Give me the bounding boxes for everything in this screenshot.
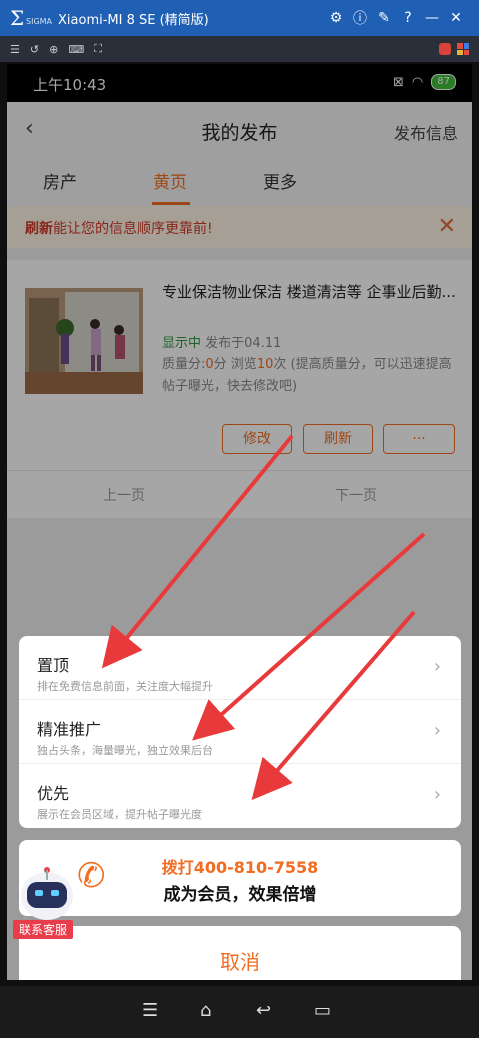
promotion-sheet: 置顶 排在免费信息前面，关注度大幅提升 › 精准推广 独占头条，海量曝光，独立效… <box>19 636 461 828</box>
chevron-right-icon: › <box>433 784 441 805</box>
settings-icon[interactable]: ⚙ <box>329 10 343 26</box>
info-icon[interactable]: ⓘ <box>353 8 367 28</box>
window-icon[interactable]: ▭ <box>314 1000 331 1021</box>
back-nav-icon[interactable]: ↩ <box>256 1000 271 1021</box>
option-title: 置顶 <box>37 656 70 675</box>
recents-icon[interactable]: ☰ <box>142 1000 158 1021</box>
chevron-right-icon: › <box>433 720 441 741</box>
pin-icon[interactable]: ✎ <box>377 10 391 26</box>
emulator-title-bar: Σ SIGMA Xiaomi-MI 8 SE (精简版) ⚙ ⓘ ✎ ? — ✕ <box>0 0 479 36</box>
fullscreen-icon[interactable]: ⛶ <box>94 42 102 56</box>
close-icon[interactable]: ✕ <box>449 10 463 26</box>
help-icon[interactable]: ? <box>401 10 415 26</box>
keyboard-icon[interactable]: ⌨ <box>68 43 84 56</box>
option-title: 优先 <box>37 784 70 803</box>
phone-screen: 上午10:43 ⊠ ◠ 87 ‹ 我的发布 发布信息 房产 黄页 更多 刷新能让… <box>7 64 472 980</box>
home-icon[interactable]: ⌂ <box>200 1000 211 1021</box>
record-icon[interactable] <box>439 43 451 55</box>
emulator-toolbar: ☰ ↺ ⊕ ⌨ ⛶ <box>0 36 479 62</box>
option-precise-promotion[interactable]: 精准推广 独占头条，海量曝光，独立效果后台 › <box>19 700 461 764</box>
window-title: Xiaomi-MI 8 SE (精简版) <box>58 12 209 28</box>
apps-icon[interactable] <box>457 43 469 55</box>
option-pin-top[interactable]: 置顶 排在免费信息前面，关注度大幅提升 › <box>19 636 461 700</box>
option-subtitle: 展示在会员区域，提升帖子曝光度 <box>37 808 202 821</box>
contact-service-badge[interactable]: 联系客服 <box>13 920 74 939</box>
rotate-icon[interactable]: ↺ <box>30 43 39 56</box>
option-subtitle: 排在免费信息前面，关注度大幅提升 <box>37 680 213 693</box>
emulator-window: Σ SIGMA Xiaomi-MI 8 SE (精简版) ⚙ ⓘ ✎ ? — ✕… <box>0 0 479 1038</box>
chevron-right-icon: › <box>433 656 441 677</box>
menu-icon[interactable]: ☰ <box>10 43 20 56</box>
brand-text: SIGMA <box>26 16 53 26</box>
option-title: 精准推广 <box>37 720 102 739</box>
cancel-label: 取消 <box>220 950 260 974</box>
option-subtitle: 独占头条，海量曝光，独立效果后台 <box>37 744 213 757</box>
zoom-icon[interactable]: ⊕ <box>49 43 58 56</box>
robot-icon <box>21 867 73 920</box>
android-nav-bar: ☰ ⌂ ↩ ▭ <box>0 986 479 1038</box>
minimize-icon[interactable]: — <box>425 10 439 26</box>
customer-service-widget[interactable]: 联系客服 <box>13 860 91 940</box>
option-priority[interactable]: 优先 展示在会员区域，提升帖子曝光度 › <box>19 764 461 828</box>
window-controls: ⚙ ⓘ ✎ ? — ✕ <box>329 0 463 36</box>
